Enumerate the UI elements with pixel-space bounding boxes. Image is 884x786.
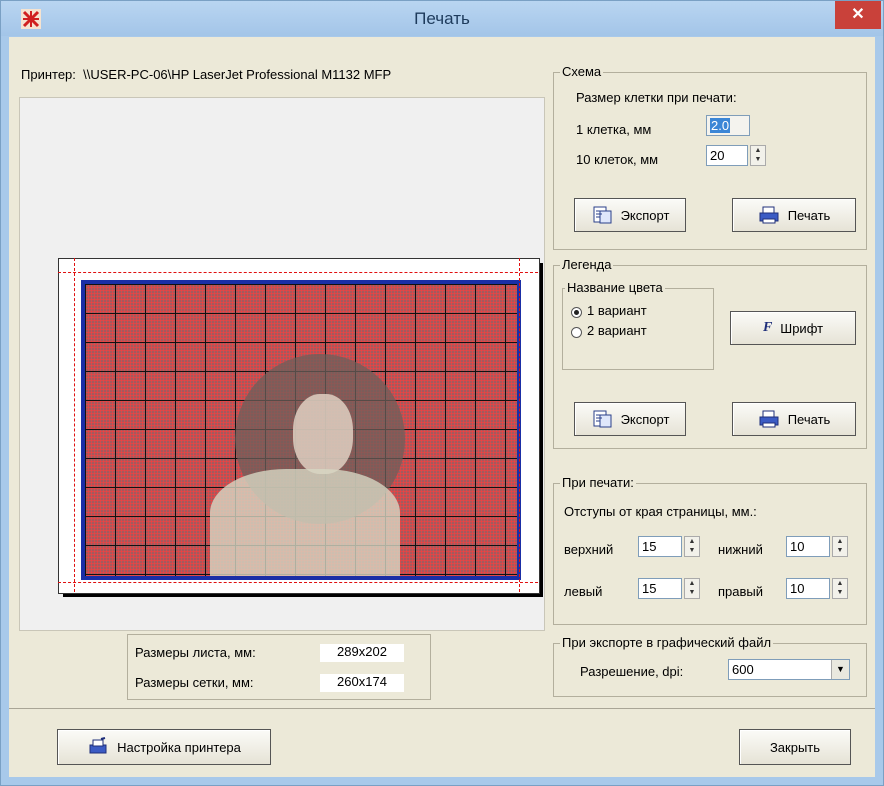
close-button-label: Закрыть <box>769 739 821 755</box>
grid-size-value: 260x174 <box>320 674 404 692</box>
one-cell-value: 2.0 <box>710 118 731 133</box>
printer-label: Принтер: <box>21 67 76 82</box>
ten-cells-label: 10 клеток, мм <box>576 152 659 167</box>
spin-down-icon[interactable]: ▼ <box>751 155 765 164</box>
ten-cells-spinner[interactable]: ▲ ▼ <box>750 145 766 166</box>
spin-up-icon[interactable]: ▲ <box>685 537 699 546</box>
pattern-image-body <box>210 469 400 576</box>
left-margin-field[interactable]: 15 <box>638 578 682 599</box>
right-margin-label: правый <box>718 584 764 599</box>
left-margin-spinner[interactable]: ▲ ▼ <box>684 578 700 599</box>
printer-setup-button[interactable]: Настройка принтера <box>57 729 271 765</box>
printer-name: \\USER-PC-06\HP LaserJet Professional M1… <box>83 67 392 82</box>
legend-export-button[interactable]: Экспорт <box>574 402 686 436</box>
dpi-value: 600 <box>732 662 754 677</box>
spin-up-icon[interactable]: ▲ <box>751 146 765 155</box>
spin-down-icon[interactable]: ▼ <box>685 546 699 555</box>
close-window-button[interactable]: ✕ <box>835 1 881 29</box>
print-options-title: При печати: <box>560 475 636 490</box>
font-button-label: Шрифт <box>780 320 824 336</box>
variant2-label[interactable]: 2 вариант <box>587 323 647 338</box>
color-name-group: Название цвета 1 вариант 2 вариант <box>562 280 714 370</box>
footer-divider <box>9 708 875 709</box>
printer-info: Принтер: \\USER-PC-06\HP LaserJet Profes… <box>21 67 391 82</box>
top-margin-label: верхний <box>564 542 614 557</box>
print-options-group: При печати: Отступы от края страницы, мм… <box>553 475 867 625</box>
sheet-size-value: 289x202 <box>320 644 404 662</box>
dpi-select[interactable]: 600 ▼ <box>728 659 850 680</box>
one-cell-label: 1 клетка, мм <box>576 122 652 137</box>
spin-down-icon[interactable]: ▼ <box>685 588 699 597</box>
sizes-panel: Размеры листа, мм: 289x202 Размеры сетки… <box>127 634 431 700</box>
variant1-radio[interactable] <box>571 307 582 318</box>
left-margin-line <box>74 258 75 592</box>
spin-down-icon[interactable]: ▼ <box>833 588 847 597</box>
right-margin-spinner[interactable]: ▲ ▼ <box>832 578 848 599</box>
printer-setup-icon <box>89 737 107 754</box>
printer-icon <box>759 206 779 224</box>
export-icon <box>593 206 612 224</box>
spin-up-icon[interactable]: ▲ <box>685 579 699 588</box>
font-icon: F <box>762 320 773 335</box>
legend-export-label: Экспорт <box>620 411 670 427</box>
bottom-margin-line <box>58 582 538 583</box>
legend-group: Легенда Название цвета 1 вариант 2 вариа… <box>553 257 867 449</box>
cell-size-label: Размер клетки при печати: <box>576 90 737 105</box>
schema-export-button[interactable]: Экспорт <box>574 198 686 232</box>
font-button[interactable]: F Шрифт <box>730 311 856 345</box>
dialog-client-area: Принтер: \\USER-PC-06\HP LaserJet Profes… <box>9 37 875 777</box>
legend-print-label: Печать <box>787 411 831 427</box>
left-margin-label: левый <box>564 584 603 599</box>
schema-export-label: Экспорт <box>620 207 670 223</box>
schema-title: Схема <box>560 64 604 79</box>
pattern-grid-preview <box>81 280 521 580</box>
one-cell-field[interactable]: 2.0 <box>706 115 750 136</box>
variant2-radio[interactable] <box>571 327 582 338</box>
print-dialog-window: Печать ✕ Принтер: \\USER-PC-06\HP LaserJ… <box>0 0 884 786</box>
bottom-margin-spinner[interactable]: ▲ ▼ <box>832 536 848 557</box>
dpi-label: Разрешение, dpi: <box>580 664 684 679</box>
print-preview-area <box>19 97 545 631</box>
schema-print-label: Печать <box>787 207 831 223</box>
color-name-title: Название цвета <box>565 280 665 295</box>
printer-icon <box>759 410 779 428</box>
schema-group: Схема Размер клетки при печати: 1 клетка… <box>553 64 867 250</box>
spin-up-icon[interactable]: ▲ <box>833 537 847 546</box>
pattern-image-face <box>293 394 353 474</box>
export-options-title: При экспорте в графический файл <box>560 635 774 650</box>
ten-cells-field[interactable]: 20 <box>706 145 748 166</box>
bottom-margin-field[interactable]: 10 <box>786 536 830 557</box>
spin-down-icon[interactable]: ▼ <box>833 546 847 555</box>
variant1-label[interactable]: 1 вариант <box>587 303 647 318</box>
top-margin-line <box>58 272 538 273</box>
bottom-margin-label: нижний <box>718 542 763 557</box>
spin-up-icon[interactable]: ▲ <box>833 579 847 588</box>
legend-title: Легенда <box>560 257 614 272</box>
margins-label: Отступы от края страницы, мм.: <box>564 504 757 519</box>
legend-print-button[interactable]: Печать <box>732 402 856 436</box>
export-options-group: При экспорте в графический файл Разрешен… <box>553 635 867 697</box>
printer-setup-label: Настройка принтера <box>117 739 241 755</box>
schema-print-button[interactable]: Печать <box>732 198 856 232</box>
title-bar: Печать ✕ <box>1 1 883 36</box>
sheet-size-label: Размеры листа, мм: <box>135 645 256 660</box>
grid-size-label: Размеры сетки, мм: <box>135 675 254 690</box>
window-title: Печать <box>414 9 470 28</box>
top-margin-spinner[interactable]: ▲ ▼ <box>684 536 700 557</box>
close-button[interactable]: Закрыть <box>739 729 851 765</box>
right-margin-line <box>519 258 520 592</box>
top-margin-field[interactable]: 15 <box>638 536 682 557</box>
dropdown-arrow-icon[interactable]: ▼ <box>831 660 849 679</box>
right-margin-field[interactable]: 10 <box>786 578 830 599</box>
export-icon <box>593 410 612 428</box>
